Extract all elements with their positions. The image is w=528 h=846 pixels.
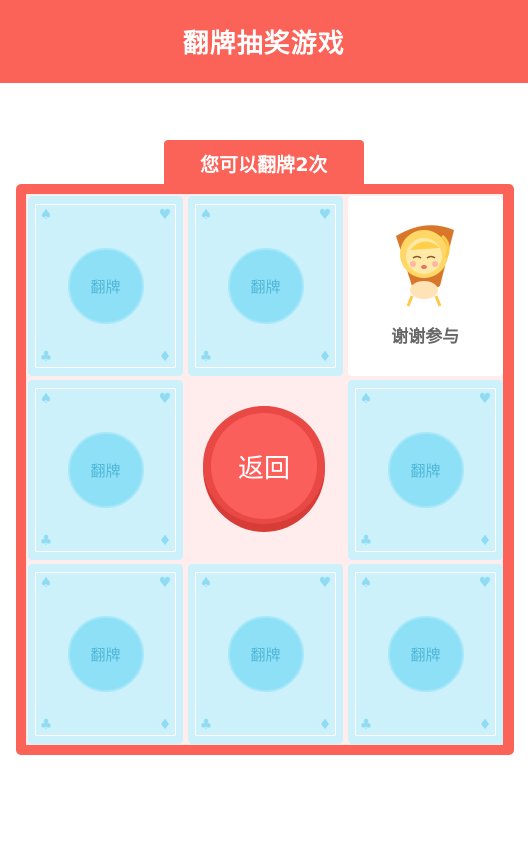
club-icon: ♣ [39,533,53,549]
flip-card[interactable]: ♠ ♥ ♣ ♦ 翻牌 [28,380,183,560]
flip-card[interactable]: ♠ ♥ ♣ ♦ 翻牌 [188,564,343,744]
diamond-icon: ♦ [158,533,172,549]
back-button[interactable]: 返回 [203,406,325,532]
flip-card-button[interactable]: 翻牌 [387,432,464,508]
spade-icon: ♠ [39,207,53,223]
crying-character-icon [396,225,454,307]
heart-icon: ♥ [478,575,492,591]
back-button-face[interactable]: 返回 [211,413,317,519]
heart-icon: ♥ [318,207,332,223]
flip-card-button[interactable]: 翻牌 [67,432,144,508]
flip-card[interactable]: ♠ ♥ ♣ ♦ 翻牌 [348,564,503,744]
flip-card-button[interactable]: 翻牌 [227,616,304,692]
flip-card-button[interactable]: 翻牌 [387,616,464,692]
flip-card[interactable]: ♠ ♥ ♣ ♦ 翻牌 [28,564,183,744]
flip-card-label: 翻牌 [250,645,281,664]
spade-icon: ♠ [39,575,53,591]
flip-card-button[interactable]: 翻牌 [227,248,304,324]
club-icon: ♣ [39,717,53,733]
flip-card-label: 翻牌 [410,461,441,480]
spade-icon: ♠ [359,391,373,407]
chances-remaining-tab: 您可以翻牌2次 [164,140,364,186]
flip-card-label: 翻牌 [250,277,281,296]
diamond-icon: ♦ [318,349,332,365]
club-icon: ♣ [199,717,213,733]
diamond-icon: ♦ [158,717,172,733]
club-icon: ♣ [359,717,373,733]
heart-icon: ♥ [158,207,172,223]
diamond-icon: ♦ [158,349,172,365]
diamond-icon: ♦ [318,717,332,733]
flip-card-label: 翻牌 [90,645,121,664]
flip-card[interactable]: ♠ ♥ ♣ ♦ 翻牌 [188,196,343,376]
club-icon: ♣ [39,349,53,365]
diamond-icon: ♦ [478,533,492,549]
flip-card-button[interactable]: 翻牌 [67,248,144,324]
spade-icon: ♠ [199,575,213,591]
diamond-icon: ♦ [478,717,492,733]
heart-icon: ♥ [158,391,172,407]
flip-card-label: 翻牌 [410,645,441,664]
flip-card[interactable]: ♠ ♥ ♣ ♦ 翻牌 [28,196,183,376]
spade-icon: ♠ [359,575,373,591]
heart-icon: ♥ [158,575,172,591]
chances-remaining-text: 您可以翻牌2次 [200,153,328,176]
club-icon: ♣ [359,533,373,549]
page-title: 翻牌抽奖游戏 [182,29,345,59]
heart-icon: ♥ [318,575,332,591]
heart-icon: ♥ [478,391,492,407]
prize-label: 谢谢参与 [391,327,460,347]
back-button-label: 返回 [237,453,290,484]
flip-card[interactable]: ♠ ♥ ♣ ♦ 翻牌 [348,380,503,560]
spade-icon: ♠ [199,207,213,223]
spade-icon: ♠ [39,391,53,407]
club-icon: ♣ [199,349,213,365]
page-header: 翻牌抽奖游戏 [0,0,528,83]
flip-card-label: 翻牌 [90,461,121,480]
revealed-prize-card: 谢谢参与 [348,196,503,376]
flip-card-button[interactable]: 翻牌 [67,616,144,692]
flip-card-label: 翻牌 [90,277,121,296]
